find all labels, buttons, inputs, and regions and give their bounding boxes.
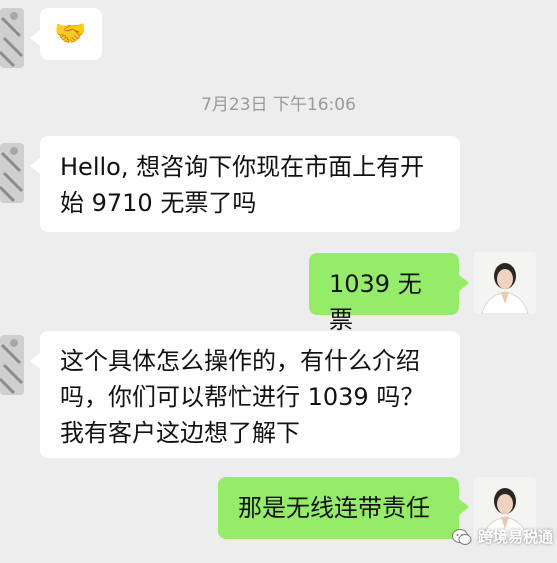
message-bubble-incoming[interactable]: Hello, 想咨询下你现在市面上有开始 9710 无票了吗 — [30, 136, 460, 232]
message-timestamp: 7月23日 下午16:06 — [201, 95, 356, 115]
message-bubble-outgoing[interactable]: 那是无线连带责任 — [218, 477, 469, 539]
wechat-icon — [452, 528, 472, 545]
avatar-image — [0, 143, 24, 203]
handshake-emoji: 🤝 — [54, 19, 87, 49]
message-text: 这个具体怎么操作的，有什么介绍吗，你们可以帮忙进行 1039 吗？我有客户这边想… — [60, 347, 425, 447]
watermark: 跨境易税通 — [452, 526, 553, 547]
avatar-image — [0, 8, 24, 68]
contact-avatar[interactable] — [0, 8, 24, 68]
user-avatar[interactable] — [474, 252, 536, 314]
message-text: 1039 无票 — [329, 270, 422, 334]
message-bubble-incoming[interactable]: 🤝 — [30, 8, 102, 60]
watermark-text: 跨境易税通 — [478, 528, 554, 546]
message-bubble-incoming[interactable]: 这个具体怎么操作的，有什么介绍吗，你们可以帮忙进行 1039 吗？我有客户这边想… — [30, 331, 460, 458]
message-bubble-outgoing[interactable]: 1039 无票 — [309, 253, 469, 334]
avatar-image — [474, 252, 536, 314]
avatar-image — [0, 335, 24, 395]
message-text: 那是无线连带责任 — [238, 494, 430, 522]
contact-avatar[interactable] — [0, 335, 24, 395]
message-text: Hello, 想咨询下你现在市面上有开始 9710 无票了吗 — [60, 153, 425, 217]
contact-avatar[interactable] — [0, 143, 24, 203]
